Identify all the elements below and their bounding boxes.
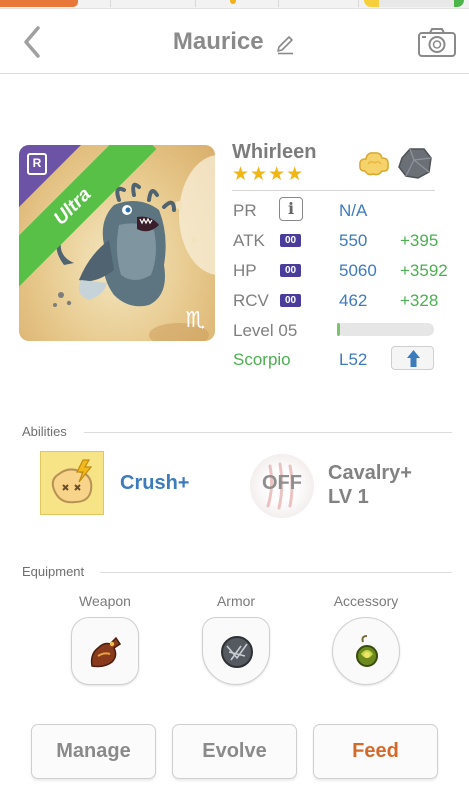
info-divider: [232, 190, 435, 191]
pr-label: PR: [233, 201, 257, 220]
armor-icon: [221, 636, 253, 668]
equipment-divider: [100, 572, 452, 573]
level-progress-bar: [337, 323, 434, 336]
weapon-icon: [90, 636, 122, 668]
accessory-label: Accessory: [333, 593, 399, 609]
level-progress-fill: [337, 323, 340, 336]
cavalry-ability-name[interactable]: Cavalry+ LV 1: [328, 461, 412, 509]
star-rating: ★★★★: [232, 164, 305, 185]
monster-portrait-card[interactable]: R Ultra ♏: [19, 145, 215, 341]
rcv-plus-badge: 00: [280, 294, 301, 307]
weapon-slot[interactable]: [71, 617, 139, 685]
header-bar: Maurice: [0, 10, 469, 74]
pr-info-button[interactable]: i: [279, 197, 303, 221]
hp-label: HP: [233, 261, 257, 280]
rock-icon: [398, 148, 432, 179]
hp-plus-badge: 00: [280, 264, 301, 277]
info-icon: i: [287, 199, 295, 218]
cloud-icon: [359, 152, 389, 176]
armor-label: Armor: [216, 593, 256, 609]
rcv-value: 462: [339, 291, 368, 310]
hp-bonus: +3592: [400, 261, 448, 280]
atk-label: ATK: [233, 231, 265, 250]
zodiac-upgrade-button[interactable]: [391, 346, 434, 370]
top-tab-divider: [195, 0, 196, 7]
rcv-bonus: +328: [400, 291, 439, 310]
scorpio-icon: ♏: [185, 307, 205, 332]
arrow-up-icon: [407, 350, 420, 367]
abilities-section-label: Abilities: [22, 424, 67, 439]
crush-ability-name[interactable]: Crush+: [120, 472, 189, 495]
top-tab-divider: [110, 0, 111, 7]
title-area: Maurice: [0, 28, 469, 56]
armor-slot[interactable]: [202, 617, 270, 685]
top-tab-divider: [358, 0, 359, 7]
crush-ability-icon[interactable]: [40, 451, 104, 515]
energy-bar: [364, 0, 464, 7]
evolve-button[interactable]: Evolve: [172, 724, 297, 779]
zodiac-level: L52: [339, 350, 368, 369]
zodiac-name: Scorpio: [233, 350, 291, 369]
camera-button[interactable]: [417, 26, 457, 58]
cavalry-ability-title: Cavalry+: [328, 462, 412, 484]
monster-name: Whirleen: [232, 141, 317, 163]
ability-off-status: OFF: [262, 472, 302, 494]
hp-value: 5060: [339, 261, 377, 280]
cavalry-ability-level: LV 1: [328, 486, 369, 508]
page-title: Maurice: [172, 28, 264, 55]
level-label: Level 05: [233, 321, 298, 340]
equipment-section-label: Equipment: [22, 564, 85, 579]
camera-icon: [418, 28, 456, 57]
accessory-icon: [356, 635, 378, 667]
atk-value: 550: [339, 231, 368, 250]
coin-icon: [230, 0, 236, 4]
atk-bonus: +395: [400, 231, 439, 250]
atk-plus-badge: 00: [280, 234, 301, 247]
weapon-label: Weapon: [79, 593, 131, 609]
pr-value: N/A: [339, 201, 368, 220]
top-status-strip: [0, 0, 469, 9]
manage-button[interactable]: Manage: [31, 724, 156, 779]
pencil-icon[interactable]: [274, 34, 296, 56]
top-tab-divider: [278, 0, 279, 7]
rarity-badge: R: [27, 153, 47, 175]
top-tab-orange[interactable]: [0, 0, 78, 7]
abilities-divider: [84, 432, 452, 433]
rcv-label: RCV: [233, 291, 269, 310]
accessory-slot[interactable]: [332, 617, 400, 685]
feed-button[interactable]: Feed: [313, 724, 438, 779]
crush-icon: [51, 459, 93, 504]
